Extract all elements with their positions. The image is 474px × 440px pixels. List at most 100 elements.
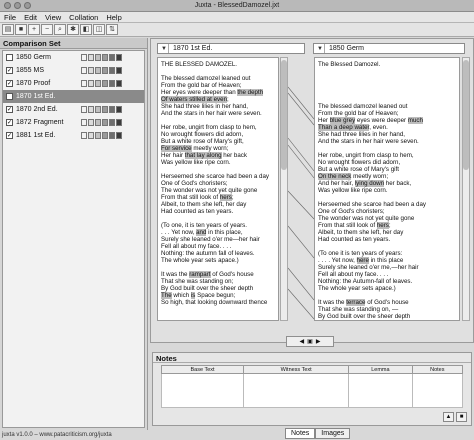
notes-cell[interactable] bbox=[348, 373, 413, 408]
menu-view[interactable]: View bbox=[45, 13, 61, 22]
notes-column-notes[interactable]: Notes bbox=[411, 365, 464, 374]
chevron-down-icon[interactable]: ▼ bbox=[316, 44, 325, 53]
base-text-selector[interactable]: ▼ 1870 1st Ed. bbox=[157, 43, 305, 54]
add-icon[interactable]: + bbox=[28, 24, 40, 35]
text-line: It was the terrace of God's house bbox=[318, 299, 409, 306]
settings-icon[interactable]: ✱ bbox=[67, 24, 79, 35]
toggle-icon[interactable]: ◫ bbox=[93, 24, 105, 35]
notes-cell[interactable] bbox=[160, 373, 245, 408]
checkbox[interactable]: ✓ bbox=[6, 132, 13, 139]
remove-icon[interactable]: − bbox=[41, 24, 53, 35]
difference-highlight[interactable]: here bbox=[356, 257, 369, 264]
swatch-cell bbox=[88, 132, 94, 139]
difference-highlight[interactable]: the depth bbox=[237, 89, 264, 96]
notes-column-base-text[interactable]: Base Text bbox=[160, 365, 245, 374]
chevron-down-icon[interactable]: ▼ bbox=[160, 44, 169, 53]
text-line: That she was standing on, — bbox=[318, 306, 398, 313]
text-segment: Her robe, ungirt from clasp to hem, bbox=[318, 152, 414, 159]
difference-highlight[interactable]: Of waters stilled at even bbox=[161, 96, 228, 103]
witness-text-scrollbar[interactable] bbox=[462, 57, 470, 321]
text-line: From the gold bar of Heaven; bbox=[161, 82, 241, 89]
zoom-window-button[interactable] bbox=[24, 2, 31, 9]
text-segment: Was yellow like ripe corn. bbox=[161, 159, 231, 166]
text-line: Fell all about my face. . . . bbox=[318, 271, 389, 278]
text-segment: Was yellow like ripe corn. bbox=[318, 187, 388, 194]
menu-file[interactable]: File bbox=[4, 13, 16, 22]
comparison-set-item[interactable]: 1870 1st Ed. bbox=[3, 90, 144, 103]
difference-highlight[interactable]: and bbox=[196, 229, 207, 236]
comparison-set-item[interactable]: 1850 Germ bbox=[3, 51, 144, 64]
witness-text-pane[interactable]: The Blessed Damozel. The blessed damozel … bbox=[314, 57, 460, 321]
checkbox[interactable]: ✓ bbox=[6, 106, 13, 113]
text-line: So high, that looking downward thence bbox=[161, 299, 267, 306]
comparison-set-list: 1850 Germ ✓ 1855 MS ✓ 1870 Proof 1870 1st Ed.… bbox=[2, 50, 145, 428]
difference-navigator[interactable]: ◀ ▣ ▶ bbox=[286, 336, 334, 347]
difference-highlight[interactable]: blue grey bbox=[329, 117, 356, 124]
comparison-set-item[interactable]: ✓ 1870 2nd Ed. bbox=[3, 103, 144, 116]
text-segment: . . . Yet now, bbox=[161, 229, 197, 236]
difference-highlight[interactable]: The bbox=[161, 292, 172, 299]
text-line: Her robe, ungirt from clasp to hem, bbox=[161, 124, 257, 131]
checkbox[interactable]: ✓ bbox=[6, 80, 13, 87]
difference-highlight[interactable]: For service bbox=[161, 145, 192, 152]
text-segment: By God built over the sheer depth bbox=[161, 285, 254, 292]
comparison-set-item[interactable]: ✓ 1881 1st Ed. bbox=[3, 129, 144, 142]
checkbox[interactable] bbox=[6, 93, 13, 100]
next-difference-icon[interactable]: ▶ bbox=[316, 338, 321, 345]
checkbox[interactable] bbox=[6, 54, 13, 61]
difference-highlight[interactable]: terrace bbox=[346, 299, 366, 306]
difference-highlight[interactable]: much bbox=[407, 117, 423, 124]
lock-icon[interactable]: ▲ bbox=[443, 412, 454, 422]
view-icon[interactable]: ◧ bbox=[80, 24, 92, 35]
text-segment: But a white rose of Mary's gift bbox=[318, 166, 399, 173]
difference-highlight[interactable]: hers bbox=[376, 222, 389, 229]
difference-highlight[interactable]: In bbox=[318, 320, 323, 321]
difference-highlight[interactable]: rampart bbox=[189, 271, 211, 278]
save-icon[interactable]: ■ bbox=[15, 24, 27, 35]
delete-icon[interactable]: ■ bbox=[456, 412, 467, 422]
checkbox[interactable]: ✓ bbox=[6, 119, 13, 126]
notes-cell[interactable] bbox=[243, 373, 350, 408]
swatch-cell bbox=[95, 119, 101, 126]
notes-column-witness-text[interactable]: Witness Text bbox=[243, 365, 350, 374]
difference-marker-icon[interactable]: ▣ bbox=[307, 338, 313, 345]
difference-highlight[interactable]: Than a deep water bbox=[318, 124, 370, 131]
comparison-set-item[interactable]: ✓ 1870 Proof bbox=[3, 77, 144, 90]
text-line: That she was standing on; bbox=[161, 278, 233, 285]
swap-icon[interactable]: ⇅ bbox=[106, 24, 118, 35]
previous-difference-icon[interactable]: ◀ bbox=[300, 338, 305, 345]
notes-cell[interactable] bbox=[411, 373, 464, 408]
witness-text-selector[interactable]: ▼ 1850 Germ bbox=[313, 43, 465, 54]
difference-density-swatch bbox=[81, 80, 122, 87]
comparison-set-item[interactable]: ✓ 1855 MS bbox=[3, 64, 144, 77]
search-icon[interactable]: ⌕ bbox=[54, 24, 66, 35]
difference-highlight[interactable]: hers bbox=[219, 194, 232, 201]
window-controls[interactable] bbox=[4, 2, 31, 9]
notes-panel: Notes Base Text Witness Text Lemma Notes… bbox=[152, 352, 472, 426]
base-text-scrollbar[interactable] bbox=[280, 57, 288, 321]
text-segment: That she was standing on, — bbox=[318, 306, 399, 313]
menu-collation[interactable]: Collation bbox=[69, 13, 98, 22]
difference-highlight[interactable]: lying down bbox=[354, 180, 385, 187]
difference-highlight[interactable]: that lay along bbox=[184, 152, 222, 159]
swatch-cell bbox=[116, 106, 122, 113]
base-text-pane[interactable]: THE BLESSED DAMOZEL. The blessed damozel … bbox=[157, 57, 279, 321]
comparison-set-item[interactable]: ✓ 1872 Fragment bbox=[3, 116, 144, 129]
difference-highlight[interactable]: is bbox=[342, 320, 346, 321]
swatch-cell bbox=[88, 67, 94, 74]
scroll-thumb[interactable] bbox=[463, 60, 469, 170]
open-icon[interactable]: ▤ bbox=[2, 24, 14, 35]
menu-edit[interactable]: Edit bbox=[24, 13, 37, 22]
swatch-cell bbox=[102, 67, 108, 74]
checkbox[interactable]: ✓ bbox=[6, 67, 13, 74]
close-window-button[interactable] bbox=[4, 2, 11, 9]
swatch-cell bbox=[109, 106, 115, 113]
minimize-window-button[interactable] bbox=[14, 2, 21, 9]
difference-highlight[interactable]: On the neck bbox=[318, 173, 352, 180]
connector-line bbox=[288, 190, 314, 220]
scroll-thumb[interactable] bbox=[281, 60, 287, 170]
text-segment: Her bbox=[318, 117, 330, 124]
text-segment: By God built over the sheer depth bbox=[318, 313, 411, 320]
menu-help[interactable]: Help bbox=[106, 13, 121, 22]
notes-column-lemma[interactable]: Lemma bbox=[348, 365, 413, 374]
